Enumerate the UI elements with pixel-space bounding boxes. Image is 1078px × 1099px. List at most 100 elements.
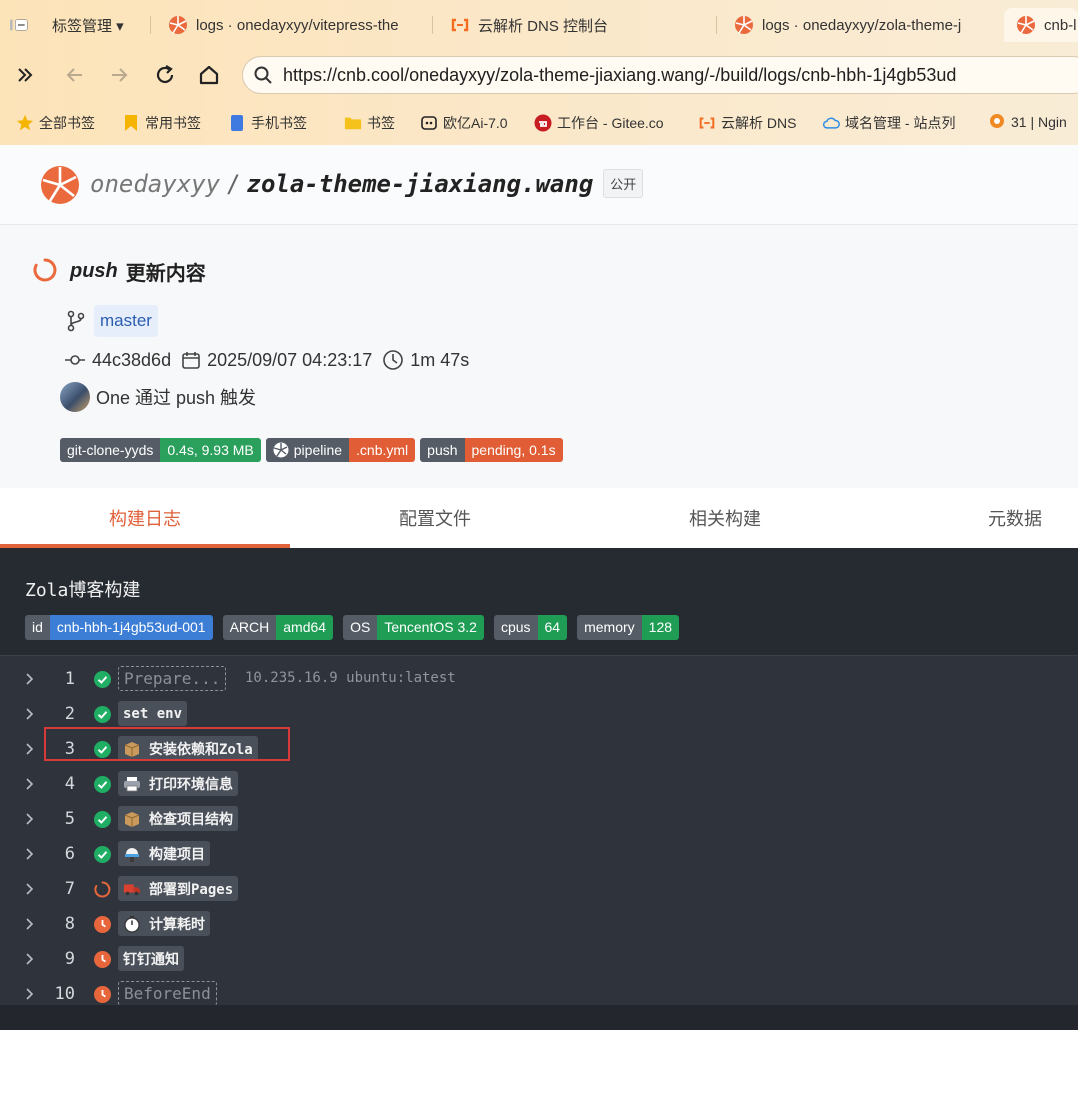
home-icon <box>199 65 219 85</box>
tab-current[interactable]: cnb-l <box>1004 8 1078 42</box>
chevron-right-icon[interactable] <box>22 741 38 757</box>
step-label[interactable]: BeforeEnd <box>118 981 217 1006</box>
tab-config-file[interactable]: 配置文件 <box>290 488 580 548</box>
chevron-right-icon[interactable] <box>22 811 38 827</box>
tab-vitepress-logs[interactable]: logs · onedayxyy/vitepress-the <box>168 8 418 42</box>
tab-zola-logs[interactable]: logs · onedayxyy/zola-theme-j <box>734 8 984 42</box>
bookmark-mobile[interactable]: 手机书签 <box>228 113 307 133</box>
folder-icon <box>344 114 362 132</box>
commit-sha[interactable]: 44c38d6d <box>64 350 171 371</box>
chevron-right-icon[interactable] <box>22 671 38 687</box>
repo-name-link[interactable]: zola-theme-jiaxiang.wang <box>247 170 594 198</box>
tab-label: logs · onedayxyy/vitepress-the <box>196 16 399 34</box>
build-info: push 更新内容 master 44c38d6d 2025/09/07 04:… <box>0 225 1078 488</box>
bookmark-domain[interactable]: 域名管理 - 站点列 <box>822 113 955 133</box>
stopwatch-icon <box>123 915 141 933</box>
reload-button[interactable] <box>152 62 178 88</box>
chevron-right-icon[interactable] <box>22 846 38 862</box>
step-number: 8 <box>64 914 75 934</box>
chevron-right-icon[interactable] <box>22 916 38 932</box>
step-row[interactable]: 8 计算耗时 <box>0 907 1078 942</box>
clone-badge[interactable]: git-clone-yyds 0.4s, 9.93 MB <box>60 438 261 462</box>
push-badge[interactable]: push pending, 0.1s <box>420 438 563 462</box>
page-tabs: 构建日志 配置文件 相关构建 元数据 <box>0 488 1078 548</box>
bookmark-label: 常用书签 <box>145 115 201 131</box>
expand-sidebar-button[interactable] <box>12 62 38 88</box>
step-row[interactable]: 3 安装依赖和Zola <box>0 732 1078 767</box>
env-value: TencentOS 3.2 <box>377 615 484 640</box>
badge-label: push <box>420 438 465 462</box>
back-button[interactable] <box>62 62 88 88</box>
build-badges: git-clone-yyds 0.4s, 9.93 MB pipeline .c… <box>60 438 568 462</box>
status-pending-icon <box>94 951 111 968</box>
step-label[interactable]: 计算耗时 <box>118 911 210 936</box>
env-key: id <box>25 615 50 640</box>
step-list: 1 Prepare... 10.235.16.9 ubuntu:latest 2 set… <box>0 655 1078 1006</box>
bookmark-gitee[interactable]: 工作台 - Gitee.co <box>534 113 664 133</box>
step-label[interactable]: 打印环境信息 <box>118 771 238 796</box>
bookmark-nginx[interactable]: 31 | Ngin <box>988 113 1067 131</box>
tab-label: 标签管理 ▾ <box>52 17 124 35</box>
tab-related-builds[interactable]: 相关构建 <box>580 488 870 548</box>
step-row[interactable]: 7 部署到Pages <box>0 872 1078 907</box>
tab-metadata[interactable]: 元数据 <box>870 488 1078 548</box>
step-label[interactable]: set env <box>118 701 188 726</box>
home-button[interactable] <box>196 62 222 88</box>
chevron-right-icon[interactable] <box>22 881 38 897</box>
tab-dns-console[interactable]: 云解析 DNS 控制台 <box>450 8 710 42</box>
bookmark-folder[interactable]: 书签 <box>344 113 395 133</box>
step-label-text: BeforeEnd <box>124 984 211 1003</box>
step-number: 7 <box>64 879 75 899</box>
step-label[interactable]: 钉钉通知 <box>118 946 184 971</box>
git-branch-icon <box>67 310 85 332</box>
tab-build-logs[interactable]: 构建日志 <box>0 488 290 548</box>
forward-button[interactable] <box>106 62 132 88</box>
cnb-logo-icon[interactable] <box>40 165 80 205</box>
tab-label: cnb-l <box>1044 16 1077 34</box>
package-icon <box>123 810 141 828</box>
address-bar[interactable]: https://cnb.cool/onedayxyy/zola-theme-ji… <box>242 56 1078 94</box>
avatar[interactable] <box>60 382 90 412</box>
step-label-text: 打印环境信息 <box>149 776 233 793</box>
env-key: OS <box>343 615 378 640</box>
package-icon <box>123 740 141 758</box>
trigger-row: One 通过 push 触发 <box>60 382 256 412</box>
chevron-right-icon[interactable] <box>22 776 38 792</box>
env-badge-memory: memory 128 <box>577 615 680 640</box>
step-label-text: 构建项目 <box>149 846 205 863</box>
bookmark-common[interactable]: 常用书签 <box>122 113 201 133</box>
step-row[interactable]: 4 打印环境信息 <box>0 767 1078 802</box>
tab-group-manager[interactable]: 标签管理 ▾ <box>10 8 145 42</box>
tab-label: 云解析 DNS 控制台 <box>478 17 609 35</box>
badge-value: 0.4s, 9.93 MB <box>160 438 261 462</box>
step-row[interactable]: 9 钉钉通知 <box>0 942 1078 977</box>
build-commit-message: 更新内容 <box>125 263 206 285</box>
step-label-text: 部署到Pages <box>149 881 234 898</box>
chevron-right-icon[interactable] <box>22 951 38 967</box>
step-number: 3 <box>64 739 75 759</box>
step-label[interactable]: 检查项目结构 <box>118 806 238 831</box>
cnb-logo-icon <box>1016 15 1036 35</box>
chevron-right-icon[interactable] <box>22 986 38 1002</box>
status-pending-icon <box>94 986 111 1003</box>
repo-owner-link[interactable]: onedayxyy <box>90 170 220 198</box>
bookmark-label: 域名管理 - 站点列 <box>845 115 956 131</box>
step-row[interactable]: 2 set env <box>0 697 1078 732</box>
step-label-text: 检查项目结构 <box>149 811 233 828</box>
pipeline-badge[interactable]: pipeline .cnb.yml <box>265 438 416 462</box>
step-label[interactable]: 部署到Pages <box>118 876 239 901</box>
nav-bar: https://cnb.cool/onedayxyy/zola-theme-ji… <box>0 52 1078 98</box>
step-label[interactable]: Prepare... <box>118 666 227 691</box>
bookmark-all[interactable]: 全部书签 <box>16 113 95 133</box>
branch-link[interactable]: master <box>94 305 158 337</box>
step-label[interactable]: 构建项目 <box>118 841 210 866</box>
bookmark-dns[interactable]: 云解析 DNS <box>698 113 796 133</box>
step-row[interactable]: 5 检查项目结构 <box>0 802 1078 837</box>
bookmark-ouyi[interactable]: 欧亿Ai-7.0 <box>420 113 508 133</box>
cnb-logo-icon <box>734 15 754 35</box>
status-success-icon <box>94 846 111 863</box>
step-label[interactable]: 安装依赖和Zola <box>118 736 258 761</box>
step-row[interactable]: 1 Prepare... 10.235.16.9 ubuntu:latest <box>0 662 1078 697</box>
step-row[interactable]: 6 构建项目 <box>0 837 1078 872</box>
chevron-right-icon[interactable] <box>22 706 38 722</box>
